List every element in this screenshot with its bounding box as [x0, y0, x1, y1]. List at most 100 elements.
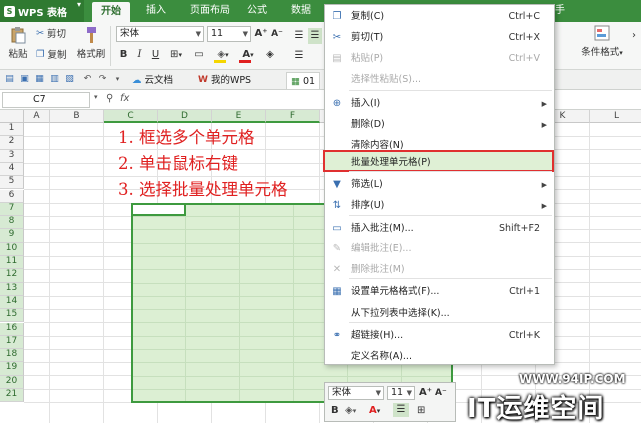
context-menu-item[interactable]: 删除(D) ▶ [325, 114, 554, 136]
print-preview-icon[interactable]: ▧ [64, 74, 75, 85]
row-header-7[interactable]: 7 [0, 202, 24, 217]
context-menu-item[interactable]: ⊕ 插入(I) ▶ [325, 93, 554, 115]
app-menu-button[interactable]: S WPS 表格 ▾ [0, 0, 84, 22]
zoom-icon[interactable]: ⚲ [106, 93, 113, 104]
row-header-4[interactable]: 4 [0, 162, 24, 177]
column-header-b[interactable]: B [50, 110, 104, 123]
mini-shrink-font-button[interactable]: A⁻ [435, 386, 447, 400]
context-menu-item[interactable]: ▼ 筛选(L) ▶ [325, 174, 554, 196]
border-icon: ⊞ [417, 405, 426, 416]
context-menu-item-label: 删除(D) [351, 119, 385, 130]
ribbon-overflow-button[interactable]: › [628, 28, 640, 44]
grow-font-button[interactable]: A⁺ [254, 26, 268, 42]
mini-grow-font-button[interactable]: A⁺ [419, 386, 432, 400]
row-header-9[interactable]: 9 [0, 229, 24, 243]
chevron-down-icon[interactable]: ▾ [94, 93, 98, 101]
doc-tab-file[interactable]: ▦ 01 [286, 72, 321, 89]
redo-icon[interactable]: ↷ [97, 74, 108, 85]
tab-insert[interactable]: 插入 [140, 0, 172, 22]
doc-tab-cloud[interactable]: ☁ 云文档 [128, 72, 177, 89]
mini-font-color-button[interactable]: A▾ [369, 404, 380, 418]
context-menu-item[interactable]: 批量处理单元格(P) [323, 150, 554, 172]
row-header-16[interactable]: 16 [0, 322, 24, 336]
italic-button[interactable]: I [133, 47, 146, 63]
mini-bold-button[interactable]: B [331, 404, 339, 418]
paste-button[interactable]: 粘贴 [4, 26, 32, 60]
align-left-button[interactable]: ☰ [292, 28, 306, 44]
context-menu-item[interactable]: ▦ 设置单元格格式(F)... Ctrl+1 [325, 281, 554, 303]
row-header-8[interactable]: 8 [0, 216, 24, 230]
fx-button[interactable]: fx [120, 93, 129, 104]
mini-align-center-button[interactable]: ☰ [393, 403, 409, 417]
row-header-6[interactable]: 6 [0, 189, 24, 203]
row-header-11[interactable]: 11 [0, 256, 24, 270]
paste-icon: ▤ [332, 53, 342, 64]
column-header-l[interactable]: L [590, 110, 641, 123]
instruction-step-1: 1. 框选多个单元格 [118, 128, 255, 147]
column-header-c[interactable]: C [104, 110, 158, 123]
border-button[interactable]: ⊞▾ [166, 47, 186, 63]
bold-button[interactable]: B [117, 47, 130, 63]
align-center-button[interactable]: ☰ [308, 28, 322, 44]
open-folder-icon[interactable]: ▣ [19, 74, 30, 85]
active-cell[interactable] [131, 203, 186, 216]
mini-border-button[interactable]: ⊞ [417, 404, 425, 418]
context-menu-item[interactable]: ⚭ 超链接(H)... Ctrl+K [325, 325, 554, 347]
name-box[interactable]: C7 [2, 92, 90, 108]
font-name-select[interactable]: 宋体 ▼ [116, 26, 204, 42]
tab-formula[interactable]: 公式 [244, 0, 270, 22]
tab-partial[interactable]: 手 [553, 0, 567, 22]
merge-button[interactable]: ▭ [190, 47, 208, 63]
shrink-font-button[interactable]: A⁻ [270, 26, 284, 42]
row-header-20[interactable]: 20 [0, 375, 24, 389]
font-color-button[interactable]: A▾ [237, 47, 259, 63]
context-menu-item[interactable]: ❐ 复制(C) Ctrl+C [325, 6, 554, 28]
doc-tab-mywps[interactable]: W 我的WPS [194, 72, 255, 89]
grid-vline [103, 123, 104, 423]
row-header-2[interactable]: 2 [0, 136, 24, 150]
context-menu-item[interactable]: ✂ 剪切(T) Ctrl+X [325, 27, 554, 49]
undo-icon[interactable]: ↶ [82, 74, 93, 85]
context-menu-item[interactable]: 定义名称(A)... [325, 346, 554, 368]
row-header-21[interactable]: 21 [0, 389, 24, 403]
chevron-down-icon: ▼ [195, 30, 201, 38]
submenu-arrow-icon: ▶ [541, 121, 547, 129]
column-header-f[interactable]: F [266, 110, 320, 123]
select-all-corner[interactable] [0, 110, 24, 123]
context-menu-item[interactable]: ▭ 插入批注(M)... Shift+F2 [325, 218, 554, 240]
mini-fill-color-button[interactable]: ◈▾ [345, 404, 356, 418]
fill-color-button[interactable]: ◈▾ [212, 47, 234, 63]
font-size-select[interactable]: 11 ▼ [207, 26, 251, 42]
row-header-10[interactable]: 10 [0, 242, 24, 256]
customize-qa-icon[interactable]: ▾ [112, 74, 123, 85]
more-format-button[interactable]: ◈ [262, 47, 278, 63]
indent-button[interactable]: ☰ [292, 48, 306, 64]
mini-font-size-select[interactable]: 11 ▼ [387, 386, 415, 400]
underline-button[interactable]: U [149, 47, 162, 63]
column-header-e[interactable]: E [212, 110, 266, 123]
column-header-d[interactable]: D [158, 110, 212, 123]
conditional-format-button[interactable]: 条件格式▾ [577, 24, 627, 58]
row-header-12[interactable]: 12 [0, 269, 24, 283]
row-header-3[interactable]: 3 [0, 149, 24, 163]
row-header-18[interactable]: 18 [0, 349, 24, 363]
context-menu-item[interactable]: ⇅ 排序(U) ▶ [325, 195, 554, 217]
copy-button[interactable]: ❐ 复制 [36, 46, 67, 62]
cut-button[interactable]: ✂ 剪切 [36, 25, 66, 41]
mini-font-name-select[interactable]: 宋体 ▼ [328, 386, 384, 400]
column-header-a[interactable]: A [24, 110, 50, 123]
tab-page-layout[interactable]: 页面布局 [184, 0, 236, 22]
row-header-17[interactable]: 17 [0, 335, 24, 350]
tab-home[interactable]: 开始 [92, 2, 130, 22]
row-header-1[interactable]: 1 [0, 123, 24, 137]
print-icon[interactable]: ▥ [49, 74, 60, 85]
format-painter-button[interactable]: 格式刷 [76, 26, 106, 60]
new-file-icon[interactable]: ▤ [4, 74, 15, 85]
row-header-13[interactable]: 13 [0, 282, 24, 296]
row-header-19[interactable]: 19 [0, 362, 24, 376]
save-icon[interactable]: ▦ [34, 74, 45, 85]
row-header-14[interactable]: 14 [0, 295, 24, 310]
row-header-15[interactable]: 15 [0, 309, 24, 323]
row-header-5[interactable]: 5 [0, 176, 24, 190]
tab-data[interactable]: 数据 [288, 0, 314, 22]
